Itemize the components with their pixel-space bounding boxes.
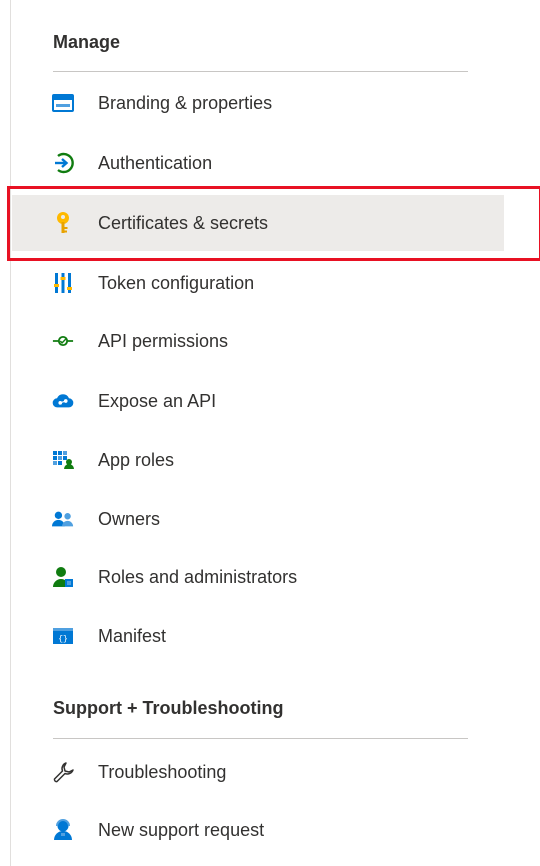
nav-item-manifest[interactable]: {} Manifest bbox=[12, 608, 504, 664]
nav-item-authentication[interactable]: Authentication bbox=[12, 135, 504, 191]
cloud-icon bbox=[52, 390, 74, 412]
nav-item-app-roles[interactable]: App roles bbox=[12, 432, 504, 488]
nav-item-branding-properties[interactable]: Branding & properties bbox=[12, 75, 504, 131]
wrench-icon bbox=[52, 761, 74, 783]
nav-label-troubleshooting: Troubleshooting bbox=[98, 761, 227, 782]
nav-label-api-permissions: API permissions bbox=[98, 330, 229, 351]
api-permissions-icon bbox=[52, 330, 74, 352]
panel-left-border bbox=[10, 0, 11, 866]
support-person-icon bbox=[52, 819, 74, 841]
nav-item-certificates-secrets[interactable]: Certificates & secrets bbox=[12, 195, 504, 251]
owners-people-icon bbox=[52, 508, 74, 530]
app-roles-grid-icon bbox=[52, 449, 74, 471]
manifest-icon: {} bbox=[52, 625, 74, 647]
branding-card-icon bbox=[52, 92, 74, 114]
nav-label-manifest: Manifest bbox=[98, 625, 167, 646]
nav-label-owners: Owners bbox=[98, 508, 161, 529]
nav-label-certificates-secrets: Certificates & secrets bbox=[98, 212, 269, 233]
nav-label-app-roles: App roles bbox=[98, 449, 175, 470]
nav-item-token-configuration[interactable]: Token configuration bbox=[12, 255, 504, 311]
nav-label-token-configuration: Token configuration bbox=[98, 272, 255, 293]
token-bars-icon bbox=[52, 272, 74, 294]
svg-text:{}: {} bbox=[58, 635, 68, 644]
authentication-arrow-icon bbox=[52, 152, 74, 174]
nav-label-authentication: Authentication bbox=[98, 152, 213, 173]
nav-item-owners[interactable]: Owners bbox=[12, 491, 504, 547]
roles-admin-icon bbox=[52, 566, 74, 588]
manage-section-divider bbox=[53, 71, 468, 72]
nav-label-roles-administrators: Roles and administrators bbox=[98, 566, 298, 587]
nav-item-roles-administrators[interactable]: Roles and administrators bbox=[12, 549, 504, 605]
app-registration-nav-panel: Manage Branding & properties Authenticat… bbox=[0, 0, 540, 866]
key-icon bbox=[52, 212, 74, 234]
nav-item-api-permissions[interactable]: API permissions bbox=[12, 313, 504, 369]
nav-label-new-support-request: New support request bbox=[98, 819, 265, 840]
manage-section-header: Manage bbox=[53, 32, 121, 52]
support-section-header: Support + Troubleshooting bbox=[53, 698, 284, 718]
nav-item-troubleshooting[interactable]: Troubleshooting bbox=[12, 744, 504, 800]
nav-item-new-support-request[interactable]: New support request bbox=[12, 802, 504, 858]
support-section-divider bbox=[53, 738, 468, 739]
nav-item-expose-an-api[interactable]: Expose an API bbox=[12, 373, 504, 429]
nav-label-branding-properties: Branding & properties bbox=[98, 92, 273, 113]
nav-label-expose-an-api: Expose an API bbox=[98, 390, 217, 411]
